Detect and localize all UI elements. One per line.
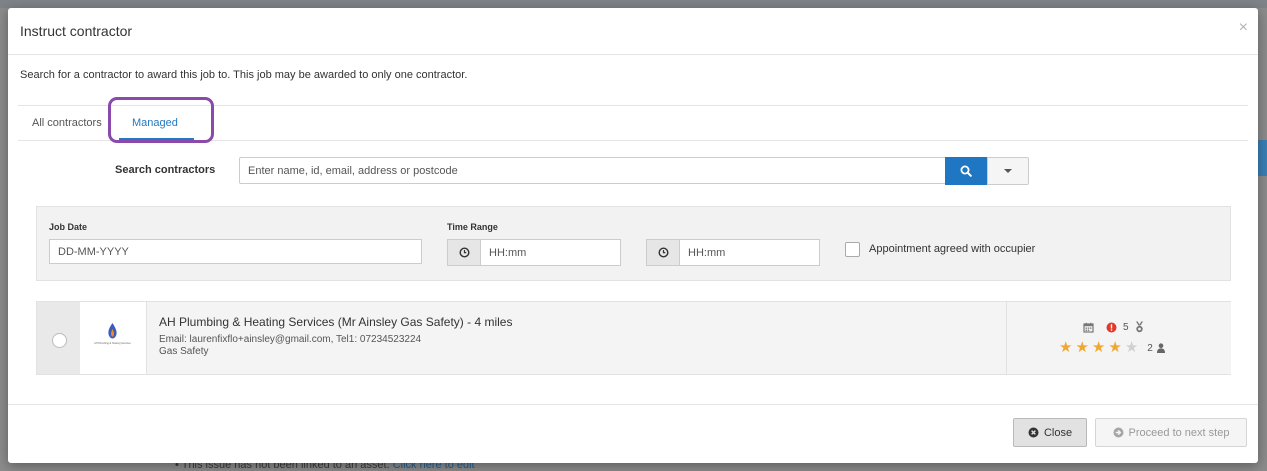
contractor-logo-caption: AH Plumbing & Heating Services [94, 342, 131, 345]
time-from-group [447, 239, 621, 266]
background-accent [1258, 140, 1267, 176]
search-icon [960, 165, 972, 177]
clock-icon [458, 247, 470, 258]
caret-down-icon [1004, 169, 1012, 173]
contractor-name: AH Plumbing & Heating Services (Mr Ainsl… [159, 315, 513, 329]
close-button[interactable]: Close [1013, 418, 1087, 447]
warning-icon [1106, 322, 1117, 332]
star-empty-icon: ★ [1124, 339, 1139, 356]
time-to-group [646, 239, 820, 266]
contractor-trade: Gas Safety [159, 346, 209, 357]
contractor-logo-cell: AH Plumbing & Heating Services [80, 302, 147, 374]
instruct-contractor-modal: Instruct contractor × Search for a contr… [8, 8, 1258, 463]
star-filled-icon: ★ [1075, 339, 1089, 356]
time-from-input[interactable] [480, 239, 621, 266]
time-to-addon [646, 239, 679, 266]
time-from-addon [447, 239, 480, 266]
contractor-result-row[interactable]: AH Plumbing & Heating Services AH Plumbi… [36, 301, 1231, 375]
job-date-label: Job Date [49, 222, 88, 232]
star-filled-icon: ★ [1059, 339, 1073, 356]
managed-tab-highlight [108, 97, 214, 143]
user-icon [1156, 343, 1165, 353]
proceed-button-label: Proceed to next step [1128, 426, 1230, 439]
search-contractors-label: Search contractors [115, 164, 216, 176]
search-options-dropdown[interactable] [987, 157, 1029, 185]
modal-header: Instruct contractor × [8, 8, 1258, 55]
close-button-label: Close [1043, 426, 1073, 439]
contractor-info: AH Plumbing & Heating Services (Mr Ainsl… [147, 302, 1006, 374]
jobs-count: 2 [1147, 342, 1153, 354]
time-range-label: Time Range [447, 222, 498, 232]
background-header [0, 0, 1267, 8]
appointment-agreed-label: Appointment agreed with occupier [869, 243, 1036, 255]
contractor-logo: AH Plumbing & Heating Services [90, 320, 135, 354]
time-to-input[interactable] [679, 239, 820, 266]
modal-intro-text: Search for a contractor to award this jo… [20, 69, 468, 81]
arrow-circle-right-icon [1113, 427, 1124, 438]
contractor-contact: Email: laurenfixflo+ainsley@gmail.com, T… [159, 334, 422, 345]
warning-count: 5 [1123, 321, 1129, 333]
award-icon [1135, 321, 1143, 333]
rating-stars: ★ ★ ★ ★ ★ [1059, 339, 1139, 356]
select-contractor-radio[interactable] [52, 333, 67, 348]
appointment-agreed-checkbox[interactable] [845, 242, 860, 257]
close-icon[interactable]: × [1239, 19, 1248, 37]
job-filters-panel: Job Date Time Range Appointment agreed [36, 206, 1231, 281]
tab-all-contractors[interactable]: All contractors [32, 117, 102, 129]
rating-row: ★ ★ ★ ★ ★ 2 [1059, 339, 1165, 356]
search-input[interactable] [239, 157, 946, 184]
modal-title: Instruct contractor [20, 23, 133, 39]
star-filled-icon: ★ [1091, 339, 1106, 356]
modal-footer: Close Proceed to next step [8, 404, 1258, 464]
star-filled-icon: ★ [1108, 339, 1122, 356]
proceed-next-step-button[interactable]: Proceed to next step [1095, 418, 1247, 447]
flame-logo-icon [108, 323, 117, 339]
contractor-stats: 5 ★ ★ ★ ★ ★ 2 [1006, 302, 1231, 374]
select-cell [37, 302, 80, 374]
job-date-input[interactable] [49, 239, 422, 264]
calendar-icon [1083, 322, 1094, 333]
contractor-stats-row: 5 [1083, 320, 1144, 334]
clock-icon [657, 247, 669, 258]
search-button[interactable] [945, 157, 987, 185]
close-circle-icon [1028, 427, 1039, 438]
